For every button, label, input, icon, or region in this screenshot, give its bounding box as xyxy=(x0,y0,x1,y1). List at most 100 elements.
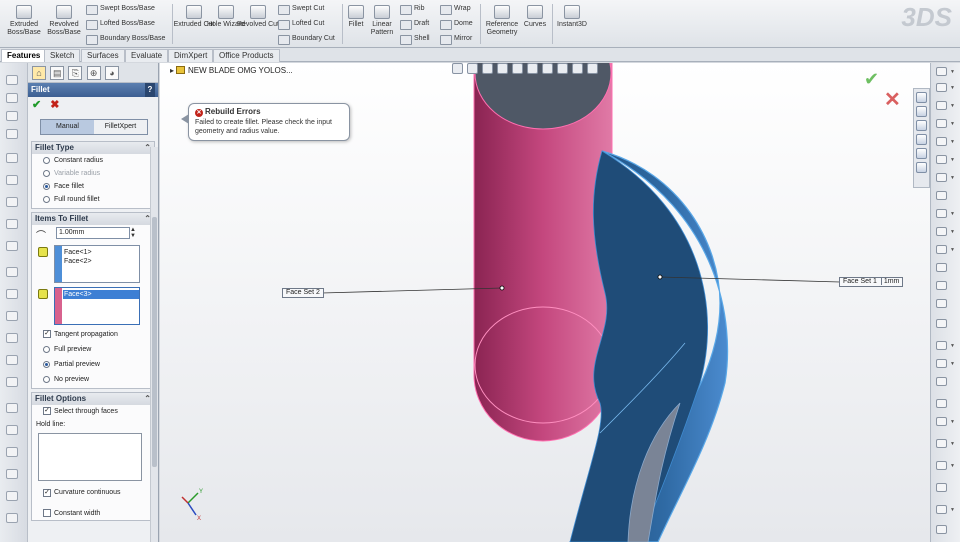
dropdown-arrow-icon[interactable]: ▼ xyxy=(950,211,955,217)
dropdown-arrow-icon[interactable]: ▼ xyxy=(950,419,955,425)
rectangle-icon[interactable] xyxy=(936,119,947,128)
sketch-tool-icon[interactable] xyxy=(6,425,18,435)
trim-icon[interactable] xyxy=(936,341,947,350)
curves-button[interactable]: Curves xyxy=(516,5,554,45)
radius-spinner[interactable]: ▲ ▼ xyxy=(130,227,136,239)
sketch-tool-icon[interactable] xyxy=(6,513,18,523)
fillet-options-header[interactable]: Fillet Options ⌃ xyxy=(32,393,154,405)
sketch-tool-icon[interactable] xyxy=(6,267,18,277)
shell-button[interactable]: Shell xyxy=(400,32,430,46)
dropdown-arrow-icon[interactable]: ▼ xyxy=(950,441,955,447)
dropdown-arrow-icon[interactable]: ▼ xyxy=(950,361,955,367)
dropdown-arrow-icon[interactable]: ▼ xyxy=(950,103,955,109)
callout-radius-value[interactable]: 1mm xyxy=(880,278,900,285)
rapid-sketch-icon[interactable] xyxy=(936,525,947,534)
line-icon[interactable] xyxy=(936,101,947,110)
face-set-2-callout[interactable]: Face Set 2 xyxy=(282,288,324,298)
lofted-boss-button[interactable]: Lofted Boss/Base xyxy=(86,17,155,31)
radio-button-selected[interactable] xyxy=(43,361,50,368)
dropdown-arrow-icon[interactable]: ▼ xyxy=(950,247,955,253)
section-view-icon[interactable] xyxy=(497,63,508,74)
appearances-icon[interactable] xyxy=(916,148,927,159)
home-icon[interactable] xyxy=(916,92,927,103)
revolved-boss-button[interactable]: Revolved Boss/Base xyxy=(42,5,86,45)
revolved-cut-button[interactable]: Revolved Cut xyxy=(236,5,280,45)
checkbox-checked[interactable]: ✓ xyxy=(43,407,51,415)
swept-boss-button[interactable]: Swept Boss/Base xyxy=(86,2,155,16)
tab-surfaces[interactable]: Surfaces xyxy=(81,49,125,62)
full-round-fillet-option[interactable]: Full round fillet xyxy=(32,193,154,206)
wrap-button[interactable]: Wrap xyxy=(440,2,471,16)
slot-icon[interactable] xyxy=(936,137,947,146)
dropdown-arrow-icon[interactable]: ▼ xyxy=(950,507,955,513)
tab-features[interactable]: Features xyxy=(1,49,47,62)
sketch-tool-icon[interactable] xyxy=(6,75,18,85)
lofted-cut-button[interactable]: Lofted Cut xyxy=(278,17,324,31)
text-icon[interactable] xyxy=(936,319,947,328)
swept-cut-button[interactable]: Swept Cut xyxy=(278,2,324,16)
radio-button-selected[interactable] xyxy=(43,183,50,190)
sketch-tool-icon[interactable] xyxy=(6,241,18,251)
dropdown-arrow-icon[interactable]: ▼ xyxy=(950,229,955,235)
sketch-icon[interactable] xyxy=(936,67,947,76)
previous-view-icon[interactable] xyxy=(482,63,493,74)
radius-input[interactable]: 1.00mm xyxy=(56,227,130,239)
dome-button[interactable]: Dome xyxy=(440,17,473,31)
fillet-type-header[interactable]: Fillet Type ⌃ xyxy=(32,142,154,154)
dimxpert-manager-tab-icon[interactable]: ⊕ xyxy=(86,66,101,80)
view-orientation-icon[interactable] xyxy=(512,63,523,74)
constant-radius-option[interactable]: Constant radius xyxy=(32,154,154,167)
mirror-entities-icon[interactable] xyxy=(936,399,947,408)
sketch-tool-icon[interactable] xyxy=(6,333,18,343)
edit-appearance-icon[interactable] xyxy=(557,63,568,74)
tangent-propagation-option[interactable]: ✓ Tangent propagation xyxy=(32,328,154,341)
constant-width-option[interactable]: Constant width xyxy=(32,507,154,520)
circle-icon[interactable] xyxy=(936,155,947,164)
sketch-tool-icon[interactable] xyxy=(6,491,18,501)
dropdown-arrow-icon[interactable]: ▼ xyxy=(950,69,955,75)
help-button[interactable]: ? xyxy=(145,83,155,97)
dropdown-arrow-icon[interactable]: ▼ xyxy=(950,343,955,349)
sketch-tool-icon[interactable] xyxy=(6,377,18,387)
dropdown-arrow-icon[interactable]: ▼ xyxy=(950,175,955,181)
repair-sketch-icon[interactable] xyxy=(936,483,947,492)
sketch-tool-icon[interactable] xyxy=(6,153,18,163)
feature-manager-tab-icon[interactable]: ⌂ xyxy=(32,66,46,80)
extruded-boss-button[interactable]: Extruded Boss/Base xyxy=(2,5,46,45)
checkbox-checked[interactable]: ✓ xyxy=(43,489,51,497)
face-fillet-option[interactable]: Face fillet xyxy=(32,180,154,193)
expand-arrow-icon[interactable]: ▸ xyxy=(170,66,174,75)
restore-icon[interactable]: ❐ xyxy=(888,63,896,65)
spline-icon[interactable] xyxy=(936,209,947,218)
list-item[interactable]: Face<3> xyxy=(63,290,139,299)
graphics-area[interactable]: Y X ▸ NEW BLADE OMG YOLOS... ✕ Rebuild Err… xyxy=(160,63,930,542)
custom-properties-icon[interactable] xyxy=(916,162,927,173)
sketch-tool-icon[interactable] xyxy=(6,311,18,321)
dropdown-arrow-icon[interactable]: ▼ xyxy=(950,85,955,91)
smart-dimension-icon[interactable] xyxy=(936,83,947,92)
mirror-button[interactable]: Mirror xyxy=(440,32,472,46)
full-preview-option[interactable]: Full preview xyxy=(32,343,154,356)
dropdown-arrow-icon[interactable]: ▼ xyxy=(950,157,955,163)
configuration-manager-tab-icon[interactable]: ⎘ xyxy=(68,66,83,80)
apply-scene-icon[interactable] xyxy=(572,63,583,74)
filletxpert-mode-button[interactable]: FilletXpert xyxy=(94,120,147,134)
file-explorer-icon[interactable] xyxy=(916,120,927,131)
dropdown-arrow-icon[interactable]: ▼ xyxy=(950,121,955,127)
boundary-boss-button[interactable]: Boundary Boss/Base xyxy=(86,32,165,46)
sketch-tool-icon[interactable] xyxy=(6,129,18,139)
move-entities-icon[interactable] xyxy=(936,439,947,448)
face-set-1-callout[interactable]: Face Set 1 1mm xyxy=(839,277,904,287)
linear-sketch-pattern-icon[interactable] xyxy=(936,417,947,426)
list-item[interactable]: Face<2> xyxy=(64,257,139,266)
tab-evaluate[interactable]: Evaluate xyxy=(125,49,169,62)
face-set-1-list[interactable]: Face<1> Face<2> xyxy=(54,245,140,283)
sketch-tool-icon[interactable] xyxy=(6,289,18,299)
quick-snaps-icon[interactable] xyxy=(936,505,947,514)
rib-button[interactable]: Rib xyxy=(400,2,425,16)
display-relations-icon[interactable] xyxy=(936,461,947,470)
sketch-tool-icon[interactable] xyxy=(6,469,18,479)
centerline-icon[interactable] xyxy=(936,299,947,308)
hold-line-list[interactable] xyxy=(38,433,142,481)
sketch-tool-icon[interactable] xyxy=(6,111,18,121)
